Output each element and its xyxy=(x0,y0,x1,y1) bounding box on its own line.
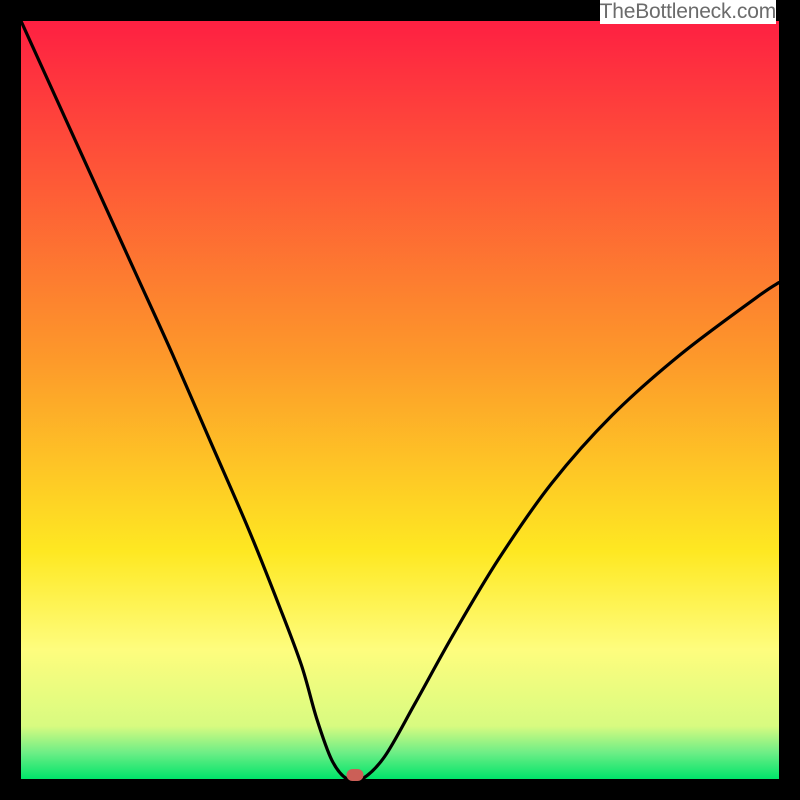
watermark-label: TheBottleneck.com xyxy=(600,0,776,24)
bottleneck-chart xyxy=(21,21,779,779)
gradient-background xyxy=(21,21,779,779)
chart-frame xyxy=(21,21,779,779)
optimal-point-marker xyxy=(346,769,363,781)
